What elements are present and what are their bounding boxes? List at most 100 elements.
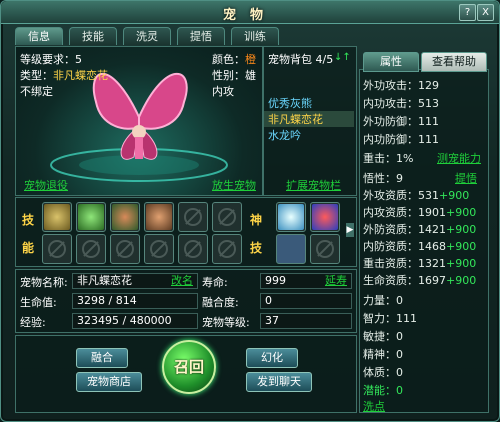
skill-slot-5[interactable] xyxy=(178,202,208,232)
skill-slot-4[interactable] xyxy=(144,202,174,232)
aptitude-row: 内攻资质：1901+900 xyxy=(363,204,476,220)
skill-slot-8[interactable] xyxy=(76,234,106,264)
aptitude-bonus: +900 xyxy=(446,274,477,287)
wash-points-link[interactable]: 洗点 xyxy=(363,398,385,414)
pet-level-field: 37 xyxy=(260,313,352,329)
tab-view-help[interactable]: 查看帮助 xyxy=(421,52,487,72)
aptitude-bonus: +900 xyxy=(439,189,470,202)
aptitude-value: 1421 xyxy=(418,223,446,236)
pet-window: 宠物 ? X 信息 技能 洗灵 提悟 训练 等级要求：5 类型：非凡蝶恋花 不绑… xyxy=(0,0,500,422)
divine-skill-slot-3[interactable] xyxy=(276,234,306,264)
skill-slot-9[interactable] xyxy=(110,234,140,264)
skills-label: 技 能 xyxy=(22,213,35,255)
skill-scroll-arrow-icon[interactable]: ▶ xyxy=(346,223,354,237)
bag-item-0[interactable]: 优秀灰熊 xyxy=(268,95,312,111)
aptitude-bonus: +900 xyxy=(446,223,477,236)
attack-type: 内攻 xyxy=(212,85,234,98)
skill-slot-11[interactable] xyxy=(178,234,208,264)
life-field: 999 延寿 xyxy=(260,273,352,289)
type-value: 非凡蝶恋花 xyxy=(53,69,108,82)
agility-stat: 敏捷：0 xyxy=(363,330,403,343)
tab-skills[interactable]: 技能 xyxy=(69,27,117,45)
help-button[interactable]: ? xyxy=(459,4,476,21)
aptitude-row: 内防资质：1468+900 xyxy=(363,238,476,254)
bag-arrow-icons[interactable]: ↓↑ xyxy=(334,52,351,63)
skill-slot-10[interactable] xyxy=(144,234,174,264)
tab-info[interactable]: 信息 xyxy=(15,27,63,45)
int-defense-stat: 内功防御：111 xyxy=(363,133,439,146)
name-label: 宠物名称: xyxy=(20,276,68,289)
pet-bag-panel: 宠物背包 4/5 ↓↑ 优秀灰熊 非凡蝶恋花 水龙吟 扩展宠物栏 xyxy=(263,46,357,196)
aptitude-value: 1697 xyxy=(418,274,446,287)
gender-label: 性别：雄 xyxy=(212,67,256,83)
skill-icon-2 xyxy=(78,204,104,230)
strength-stat: 力量：0 xyxy=(363,294,403,307)
pet-preview-panel: 等级要求：5 类型：非凡蝶恋花 不绑定 颜色：橙 性别：雄 内攻 宠物退役 放生… xyxy=(15,46,263,196)
intellect-stat: 智力：111 xyxy=(363,312,417,325)
promote-wisdom-link[interactable]: 提悟 xyxy=(455,170,477,186)
aptitude-key: 重击资质： xyxy=(363,257,418,270)
pet-shop-button[interactable]: 宠物商店 xyxy=(76,372,142,392)
measure-pet-link[interactable]: 测宠能力 xyxy=(437,150,481,166)
tab-attributes[interactable]: 属性 xyxy=(363,52,419,72)
aptitude-value: 1321 xyxy=(418,257,446,270)
aptitude-row: 生命资质：1697+900 xyxy=(363,272,476,288)
hp-label: 生命值: xyxy=(20,296,57,309)
skill-icon-3 xyxy=(112,204,138,230)
hp-field: 3298 / 814 xyxy=(72,293,198,309)
divine-skill-icon-2 xyxy=(312,204,338,230)
skill-panel: 技 能 神 技 xyxy=(15,197,357,267)
fusion-field: 0 xyxy=(260,293,352,309)
tab-enlighten[interactable]: 提悟 xyxy=(177,27,225,45)
pet-bag-title: 宠物背包 4/5 xyxy=(268,53,334,66)
bind-status: 不绑定 xyxy=(20,85,53,98)
aptitude-row: 外攻资质：531+900 xyxy=(363,187,469,203)
action-panel: 融合 宠物商店 召回 幻化 发到聊天 xyxy=(15,335,357,413)
expand-bag-link[interactable]: 扩展宠物栏 xyxy=(286,177,341,193)
skill-slot-1[interactable] xyxy=(42,202,72,232)
aptitude-key: 外攻资质： xyxy=(363,189,418,202)
skill-slot-7[interactable] xyxy=(42,234,72,264)
release-pet-link[interactable]: 放生宠物 xyxy=(212,177,256,193)
divine-skill-slot-2[interactable] xyxy=(310,202,340,232)
exp-field: 323495 / 480000 xyxy=(72,313,198,329)
window-title: 宠物 xyxy=(222,8,277,23)
skill-slot-3[interactable] xyxy=(110,202,140,232)
level-requirement: 等级要求：5 xyxy=(20,53,82,66)
extend-life-link[interactable]: 延寿 xyxy=(325,274,347,288)
divine-skill-slot-1[interactable] xyxy=(276,202,306,232)
pet-name-field[interactable]: 非凡蝶恋花 改名 xyxy=(72,273,198,289)
aptitude-value: 531 xyxy=(418,189,439,202)
int-attack-stat: 内功攻击：513 xyxy=(363,97,439,110)
close-button[interactable]: X xyxy=(477,4,494,21)
life-value: 999 xyxy=(265,274,286,287)
skill-slot-6[interactable] xyxy=(212,202,242,232)
retire-pet-link[interactable]: 宠物退役 xyxy=(24,177,68,193)
send-to-chat-button[interactable]: 发到聊天 xyxy=(246,372,312,392)
skill-icon-4 xyxy=(146,204,172,230)
skill-slot-12[interactable] xyxy=(212,234,242,264)
aptitude-key: 内防资质： xyxy=(363,240,418,253)
bag-item-2[interactable]: 水龙吟 xyxy=(268,127,301,143)
tab-train[interactable]: 训练 xyxy=(231,27,279,45)
ext-attack-stat: 外功攻击：129 xyxy=(363,79,439,92)
ext-defense-stat: 外功防御：111 xyxy=(363,115,439,128)
pet-level-label: 宠物等级: xyxy=(202,316,250,329)
bag-item-1[interactable]: 非凡蝶恋花 xyxy=(264,111,354,127)
aptitude-bonus: +900 xyxy=(446,240,477,253)
rename-link[interactable]: 改名 xyxy=(171,274,193,288)
merge-button[interactable]: 融合 xyxy=(76,348,128,368)
crit-stat: 重击：1% xyxy=(363,152,414,165)
exp-label: 经验: xyxy=(20,316,46,329)
morph-button[interactable]: 幻化 xyxy=(246,348,298,368)
color-label-text: 颜色： xyxy=(212,53,245,66)
skill-slot-2[interactable] xyxy=(76,202,106,232)
divine-skills-label: 神 技 xyxy=(250,213,263,255)
life-label: 寿命: xyxy=(202,276,228,289)
divine-skill-slot-4[interactable] xyxy=(310,234,340,264)
constitution-stat: 体质：0 xyxy=(363,366,403,379)
summon-button[interactable]: 召回 xyxy=(162,340,216,394)
type-label-text: 类型： xyxy=(20,69,53,82)
aptitude-bonus: +900 xyxy=(446,257,477,270)
tab-wash[interactable]: 洗灵 xyxy=(123,27,171,45)
